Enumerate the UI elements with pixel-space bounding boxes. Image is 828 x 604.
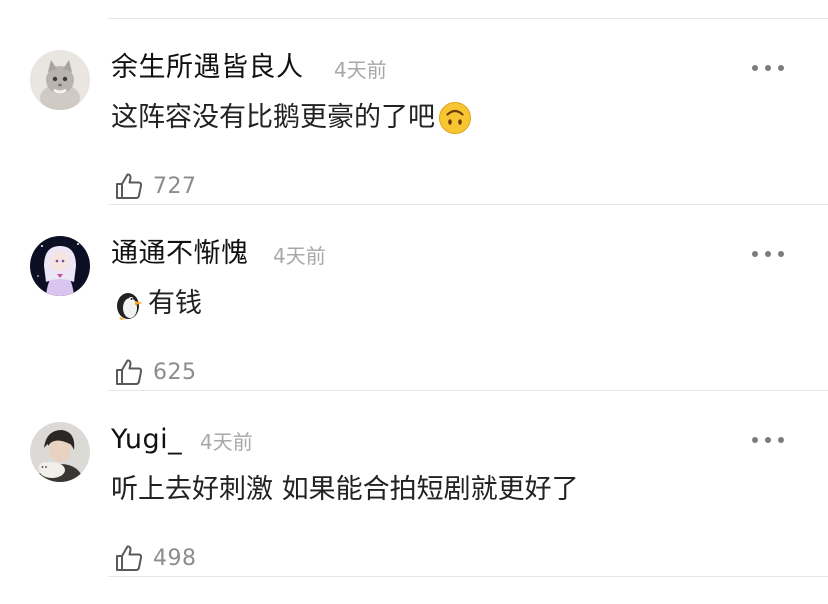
penguin-emoji-icon — [117, 293, 143, 320]
like-button[interactable]: 727 — [113, 170, 197, 202]
more-icon[interactable] — [752, 244, 784, 264]
timestamp: 4天前 — [273, 244, 326, 268]
divider — [108, 18, 828, 19]
timestamp: 4天前 — [200, 430, 253, 454]
person-with-cat-avatar-icon — [30, 422, 90, 482]
more-icon[interactable] — [752, 58, 784, 78]
thumbs-up-icon — [116, 545, 143, 571]
divider — [108, 390, 828, 391]
timestamp: 4天前 — [334, 58, 387, 82]
divider — [108, 576, 828, 577]
comment-item: 余生所遇皆良人 4天前 这阵容没有比鹅更豪的了吧 727 — [0, 36, 828, 222]
comment-text: 听上去好刺激 如果能合拍短剧就更好了 — [111, 470, 579, 510]
like-button[interactable]: 625 — [113, 356, 197, 388]
comment-item: Yugi_ 4天前 听上去好刺激 如果能合拍短剧就更好了 498 — [0, 408, 828, 594]
comment-text-content: 听上去好刺激 如果能合拍短剧就更好了 — [111, 474, 579, 505]
more-icon[interactable] — [752, 430, 784, 450]
like-button[interactable]: 498 — [113, 542, 197, 574]
username[interactable]: 余生所遇皆良人 — [111, 50, 304, 86]
cat-avatar-icon — [30, 50, 90, 110]
divider — [108, 204, 828, 205]
username[interactable]: Yugi_ — [111, 422, 182, 458]
username[interactable]: 通通不惭愧 — [111, 236, 249, 272]
like-count: 625 — [153, 359, 197, 385]
comment-text-content: 有钱 — [148, 288, 202, 319]
thumbs-up-icon — [116, 359, 143, 385]
comment-text: 有钱 — [111, 284, 202, 324]
avatar[interactable] — [30, 422, 90, 482]
upside-down-face-emoji-icon — [439, 102, 471, 134]
comment-item: 通通不惭愧 4天前 有钱 625 — [0, 222, 828, 408]
like-count: 498 — [153, 545, 197, 571]
like-count: 727 — [153, 173, 197, 199]
thumbs-up-icon — [116, 173, 143, 199]
avatar[interactable] — [30, 236, 90, 296]
anime-girl-avatar-icon — [30, 236, 90, 296]
comment-text: 这阵容没有比鹅更豪的了吧 — [111, 98, 472, 138]
comment-text-content: 这阵容没有比鹅更豪的了吧 — [111, 102, 435, 133]
avatar[interactable] — [30, 50, 90, 110]
